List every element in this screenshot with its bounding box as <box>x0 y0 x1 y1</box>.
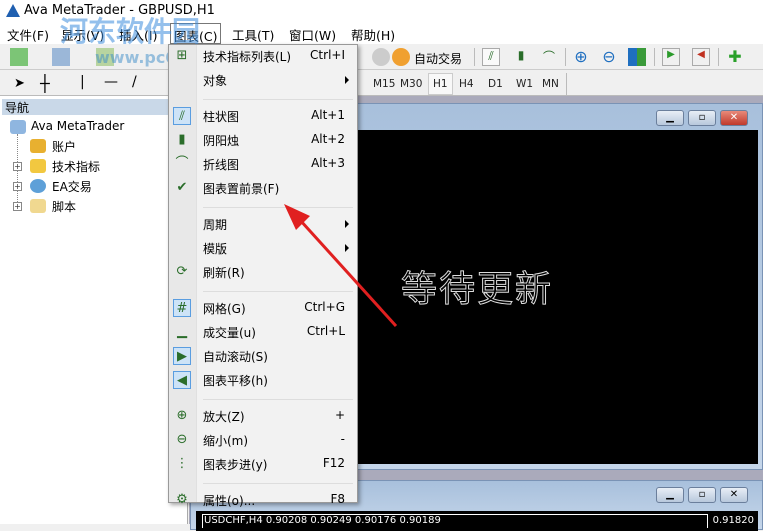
annotation-arrow <box>284 204 398 328</box>
